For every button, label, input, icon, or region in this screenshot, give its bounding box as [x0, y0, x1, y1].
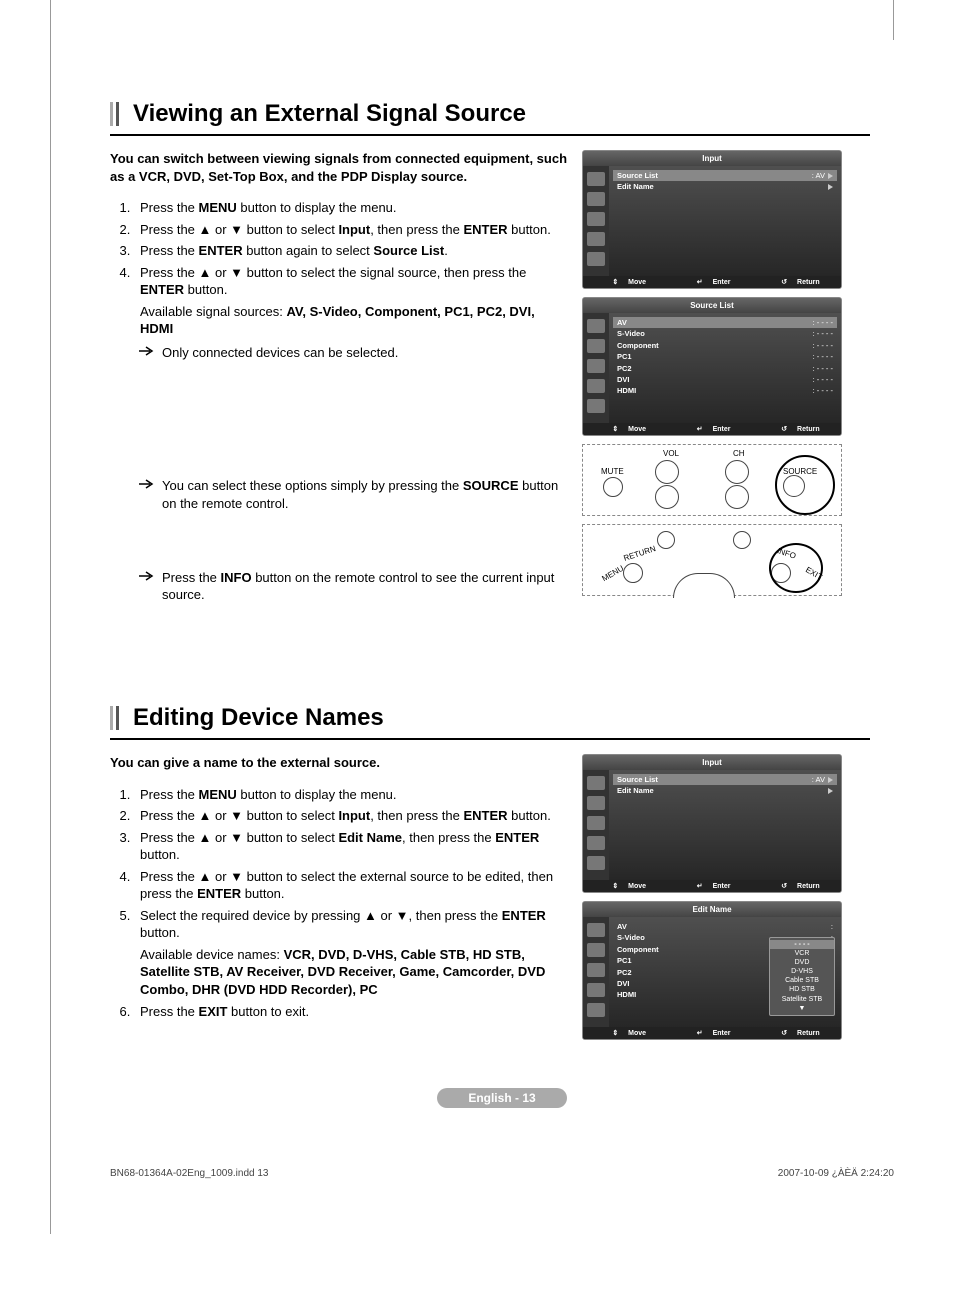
section1-intro: You can switch between viewing signals f… — [110, 150, 570, 185]
step: Press the ENTER button again to select S… — [134, 242, 570, 260]
section-divider — [110, 134, 870, 136]
section2-steps: Press the MENU button to display the men… — [110, 786, 570, 1021]
remote-source-area: VOL CH MUTE SOURCE — [582, 444, 842, 516]
device-name-popup: - - - - VCR DVD D-VHS Cable STB HD STB S… — [769, 937, 835, 1016]
note-arrow-icon — [138, 570, 156, 582]
step: Press the MENU button to display the men… — [134, 199, 570, 217]
margin-line-right — [893, 0, 894, 40]
step: Press the EXIT button to exit. — [134, 1003, 570, 1021]
step: Press the ▲ or ▼ button to select Input,… — [134, 221, 570, 239]
step: Press the ▲ or ▼ button to select Edit N… — [134, 829, 570, 864]
osd-source-list: Source List AV: - - - - S-Video: - - - -… — [582, 297, 842, 436]
margin-line-left — [50, 0, 51, 1234]
note-text: Only connected devices can be selected. — [162, 344, 398, 362]
step: Press the MENU button to display the men… — [134, 786, 570, 804]
section1-steps: Press the MENU button to display the men… — [110, 199, 570, 338]
section-title: Viewing an External Signal Source — [133, 100, 526, 128]
section-title: Editing Device Names — [133, 704, 384, 732]
osd-edit-name: Edit Name AV: S-Video: Component: PC1: P… — [582, 901, 842, 1040]
remote-info-area: RETURN INFO MENU EXIT — [582, 524, 842, 596]
section2-intro: You can give a name to the external sour… — [110, 754, 570, 772]
section-divider — [110, 738, 870, 740]
step: Press the ▲ or ▼ button to select Input,… — [134, 807, 570, 825]
step: Press the ▲ or ▼ button to select the si… — [134, 264, 570, 338]
note-arrow-icon — [138, 478, 156, 490]
note-arrow-icon — [138, 345, 156, 357]
footer-file: BN68-01364A-02Eng_1009.indd 13 — [110, 1168, 268, 1179]
note-text: Press the INFO button on the remote cont… — [162, 569, 570, 604]
step: Select the required device by pressing ▲… — [134, 907, 570, 999]
page-number-pill: English - 13 — [437, 1088, 567, 1108]
step: Press the ▲ or ▼ button to select the ex… — [134, 868, 570, 903]
footer-date: 2007-10-09 ¿ÀÈÄ 2:24:20 — [778, 1168, 894, 1179]
title-ornament — [110, 704, 119, 730]
title-ornament — [110, 100, 119, 126]
print-footer: BN68-01364A-02Eng_1009.indd 13 2007-10-0… — [110, 1168, 894, 1179]
osd-input-menu: Input Source List: AV Edit Name ⇕ Move↵ … — [582, 150, 842, 289]
note-text: You can select these options simply by p… — [162, 477, 570, 512]
osd-input-menu-2: Input Source List: AV Edit Name ⇕ Move↵ … — [582, 754, 842, 893]
